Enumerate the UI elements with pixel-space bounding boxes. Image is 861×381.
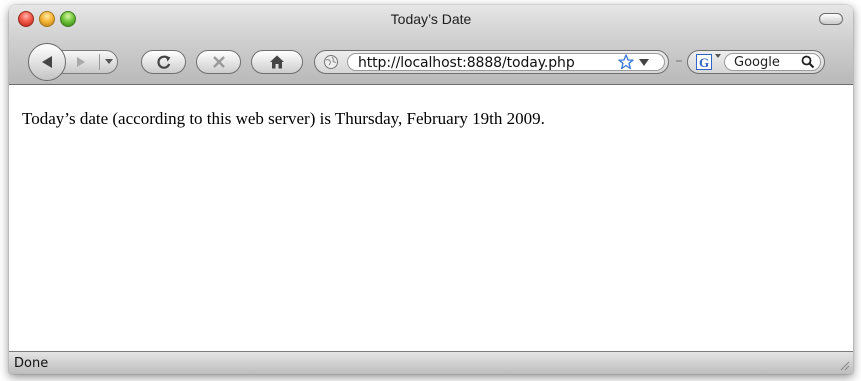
- reload-button[interactable]: [141, 50, 186, 74]
- search-input[interactable]: Google: [724, 53, 821, 71]
- window-title: Today’s Date: [390, 11, 472, 27]
- search-placeholder: Google: [734, 55, 780, 70]
- magnifier-icon[interactable]: [801, 55, 815, 69]
- url-input[interactable]: http://localhost:8888/today.php: [347, 53, 665, 71]
- toolbar-separator: [676, 60, 682, 62]
- location-bar: http://localhost:8888/today.php: [314, 50, 669, 74]
- home-icon: [270, 55, 284, 69]
- globe-icon: [324, 55, 338, 69]
- page-body-text: Today’s date (according to this web serv…: [22, 109, 545, 128]
- resize-grip-icon[interactable]: [839, 360, 850, 371]
- back-forward-group: [28, 43, 134, 81]
- browser-chrome: Today’s Date http://localhost:8888/today…: [9, 5, 853, 85]
- forward-separator: [99, 54, 100, 70]
- home-button[interactable]: [251, 50, 303, 74]
- url-text: http://localhost:8888/today.php: [358, 55, 575, 71]
- history-dropdown-icon[interactable]: [105, 57, 113, 65]
- stop-button[interactable]: [196, 50, 241, 74]
- site-identity-button[interactable]: [319, 53, 343, 71]
- back-button[interactable]: [28, 43, 66, 81]
- search-bar: G Google: [687, 50, 825, 74]
- page-content: Today’s date (according to this web serv…: [9, 85, 853, 351]
- bookmark-star-icon[interactable]: [618, 54, 634, 70]
- reload-icon: [156, 55, 170, 69]
- status-text: Done: [14, 356, 49, 371]
- title-bar: Today’s Date: [9, 5, 853, 33]
- toolbar-toggle-button[interactable]: [819, 13, 843, 25]
- stop-icon: [212, 56, 225, 68]
- status-bar: Done: [9, 351, 853, 374]
- back-arrow-icon: [42, 56, 52, 68]
- search-engine-icon[interactable]: G: [696, 54, 712, 70]
- search-engine-dropdown-icon[interactable]: [715, 53, 721, 59]
- url-history-dropdown-icon[interactable]: [639, 57, 649, 67]
- forward-arrow-icon: [77, 57, 85, 67]
- browser-window: Today’s Date http://localhost:8888/today…: [9, 5, 853, 374]
